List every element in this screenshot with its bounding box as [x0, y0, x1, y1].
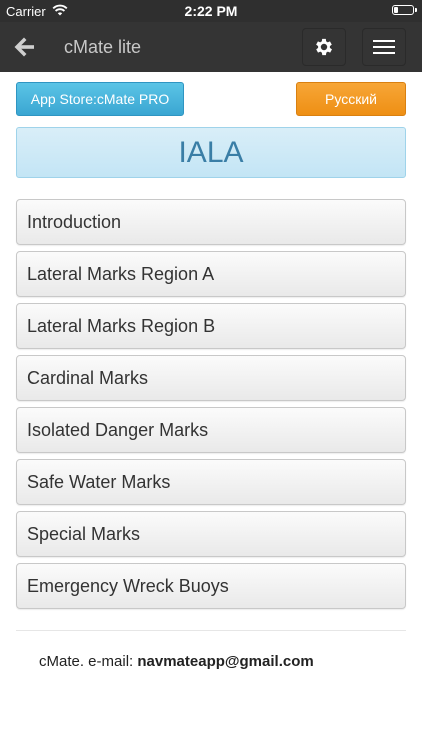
status-bar: Carrier 2:22 PM	[0, 0, 422, 22]
list-item-lateral-marks-region-b[interactable]: Lateral Marks Region B	[16, 303, 406, 349]
divider	[16, 630, 406, 631]
settings-button[interactable]	[302, 28, 346, 66]
menu-button[interactable]	[362, 28, 406, 66]
list-item-introduction[interactable]: Introduction	[16, 199, 406, 245]
language-button[interactable]: Русский	[296, 82, 406, 116]
contact-email-link[interactable]: navmateapp@gmail.com	[137, 653, 313, 670]
top-buttons: App Store:cMate PRO Русский	[16, 82, 406, 116]
menu-list: Introduction Lateral Marks Region A Late…	[16, 199, 406, 615]
page-title: IALA	[16, 127, 406, 178]
clock: 2:22 PM	[184, 3, 238, 19]
footer-prefix: cMate. e-mail:	[39, 653, 138, 670]
list-item-special-marks[interactable]: Special Marks	[16, 511, 406, 557]
list-item-emergency-wreck-buoys[interactable]: Emergency Wreck Buoys	[16, 563, 406, 609]
navigation-bar: cMate lite	[0, 22, 422, 72]
footer: cMate. e-mail: navmateapp@gmail.com	[39, 653, 314, 670]
list-item-safe-water-marks[interactable]: Safe Water Marks	[16, 459, 406, 505]
list-item-lateral-marks-region-a[interactable]: Lateral Marks Region A	[16, 251, 406, 297]
list-item-cardinal-marks[interactable]: Cardinal Marks	[16, 355, 406, 401]
back-arrow-icon[interactable]	[14, 36, 36, 58]
list-item-isolated-danger-marks[interactable]: Isolated Danger Marks	[16, 407, 406, 453]
app-title: cMate lite	[64, 37, 142, 57]
battery-icon	[392, 5, 417, 15]
hamburger-menu-icon	[373, 36, 395, 58]
gear-icon	[316, 38, 332, 56]
app-store-pro-button[interactable]: App Store:cMate PRO	[16, 82, 184, 116]
